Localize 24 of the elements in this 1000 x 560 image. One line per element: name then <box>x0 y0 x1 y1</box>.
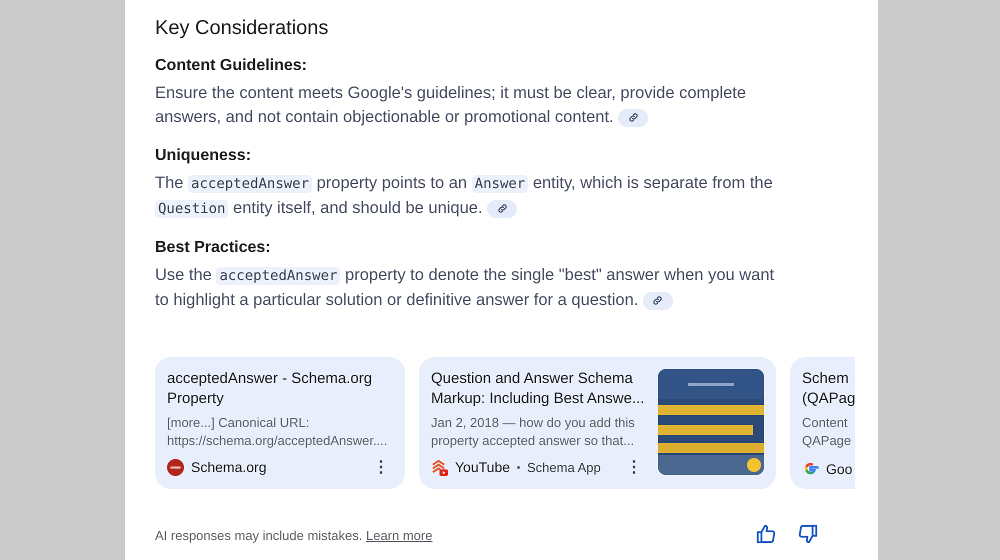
learn-more-link[interactable]: Learn more <box>366 528 432 542</box>
card-title: Schem (QAPag <box>802 369 856 409</box>
source-card[interactable]: Question and Answer Schema Markup: Including Best Answe... Jan 2, 2018 — how do you add this property accepted answer so that... YouTube Schema App ⋮ <box>419 357 776 489</box>
more-options-button[interactable]: ⋮ <box>622 457 646 477</box>
card-title: Question and Answer Schema Markup: Including Best Answe... <box>431 369 646 409</box>
section-title: Uniqueness: <box>155 146 252 166</box>
site-name: Schema.org <box>191 459 266 475</box>
card-snippet: [more...] Canonical URL: https://schema.org/acceptedAnswer.... <box>167 414 388 450</box>
section-heading: Key Considerations <box>155 16 330 41</box>
paragraph: Ensure the content meets Google's guidelines; it must be clear, provide complete answers, and not contain objectionable or promotional content. <box>155 83 748 129</box>
section-title: Best Practices: <box>155 238 272 258</box>
author-name: Schema App <box>527 460 601 474</box>
more-options-button[interactable]: ⋮ <box>369 457 393 477</box>
card-snippet: Content QAPage <box>802 414 852 450</box>
source-card[interactable]: Schem (QAPag Content QAPage Goo <box>790 357 856 489</box>
disclaimer-text: AI responses may include mistakes. Learn more <box>155 528 432 542</box>
card-title: acceptedAnswer - Schema.org Property <box>167 369 374 409</box>
paragraph: Use the acceptedAnswer property to denote the single "best" answer when you want to highlight a particular solution or definitive answer for a question. <box>155 265 776 312</box>
paragraph: The acceptedAnswer property points to an Answer entity, which is separate from the Question entity itself, and should be unique. <box>155 173 774 220</box>
card-snippet: Jan 2, 2018 — how do you add this property accepted answer so that... <box>431 414 636 450</box>
source-card[interactable]: acceptedAnswer - Schema.org Property [more...] Canonical URL: https://schema.org/acceptedAnswer.... Schema.org ⋮ <box>155 357 405 489</box>
site-name: YouTube <box>455 459 510 475</box>
section-title: Content Guidelines: <box>155 56 308 76</box>
site-name: Goo <box>826 460 852 476</box>
